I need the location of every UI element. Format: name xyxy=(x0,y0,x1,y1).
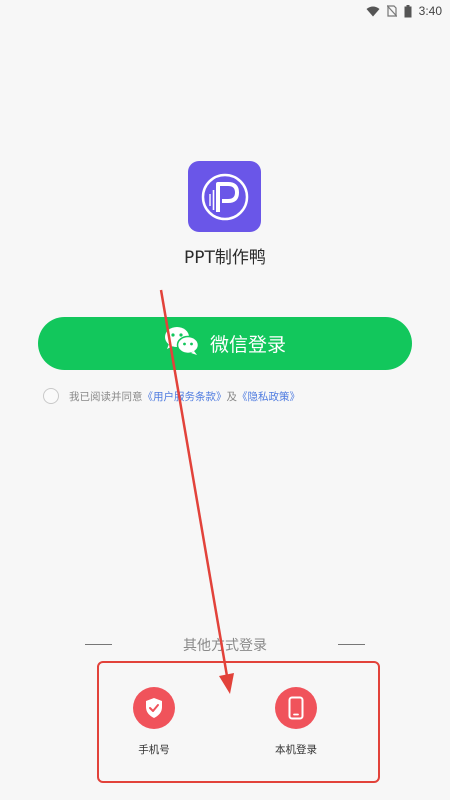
battery-icon xyxy=(404,4,412,18)
local-login-option[interactable]: 本机登录 xyxy=(266,687,326,757)
agreement-joiner: 及 xyxy=(226,390,238,403)
terms-link[interactable]: 《用户服务条款》 xyxy=(143,389,227,404)
shield-check-icon xyxy=(133,687,175,729)
no-sim-icon xyxy=(386,5,397,17)
status-bar: 3:40 xyxy=(0,0,450,22)
wechat-login-button[interactable]: 微信登录 xyxy=(38,317,412,370)
other-login-title: 其他方式登录 xyxy=(183,638,267,654)
wechat-icon xyxy=(164,326,200,361)
phone-login-label: 手机号 xyxy=(138,744,170,756)
divider-right xyxy=(338,644,365,645)
app-name: PPT制作鸭 xyxy=(184,248,266,268)
other-login-header: 其他方式登录 xyxy=(0,633,450,655)
app-logo-icon xyxy=(188,161,261,232)
agreement-row: 我已阅读并同意 《用户服务条款》 及 《隐私政策》 xyxy=(43,388,300,404)
phone-login-option[interactable]: 手机号 xyxy=(124,687,184,757)
mobile-phone-icon xyxy=(275,687,317,729)
wifi-icon xyxy=(366,6,380,17)
login-screen: 3:40 PPT制作鸭 微信登录 我已阅读并同意 《用户服务条款》 及 《隐私政… xyxy=(0,0,450,800)
status-time: 3:40 xyxy=(418,4,442,18)
wechat-login-label: 微信登录 xyxy=(209,334,286,356)
local-login-label: 本机登录 xyxy=(275,744,317,756)
privacy-link[interactable]: 《隐私政策》 xyxy=(237,389,300,404)
agree-checkbox[interactable] xyxy=(43,388,59,404)
agreement-prefix: 我已阅读并同意 xyxy=(69,390,143,403)
